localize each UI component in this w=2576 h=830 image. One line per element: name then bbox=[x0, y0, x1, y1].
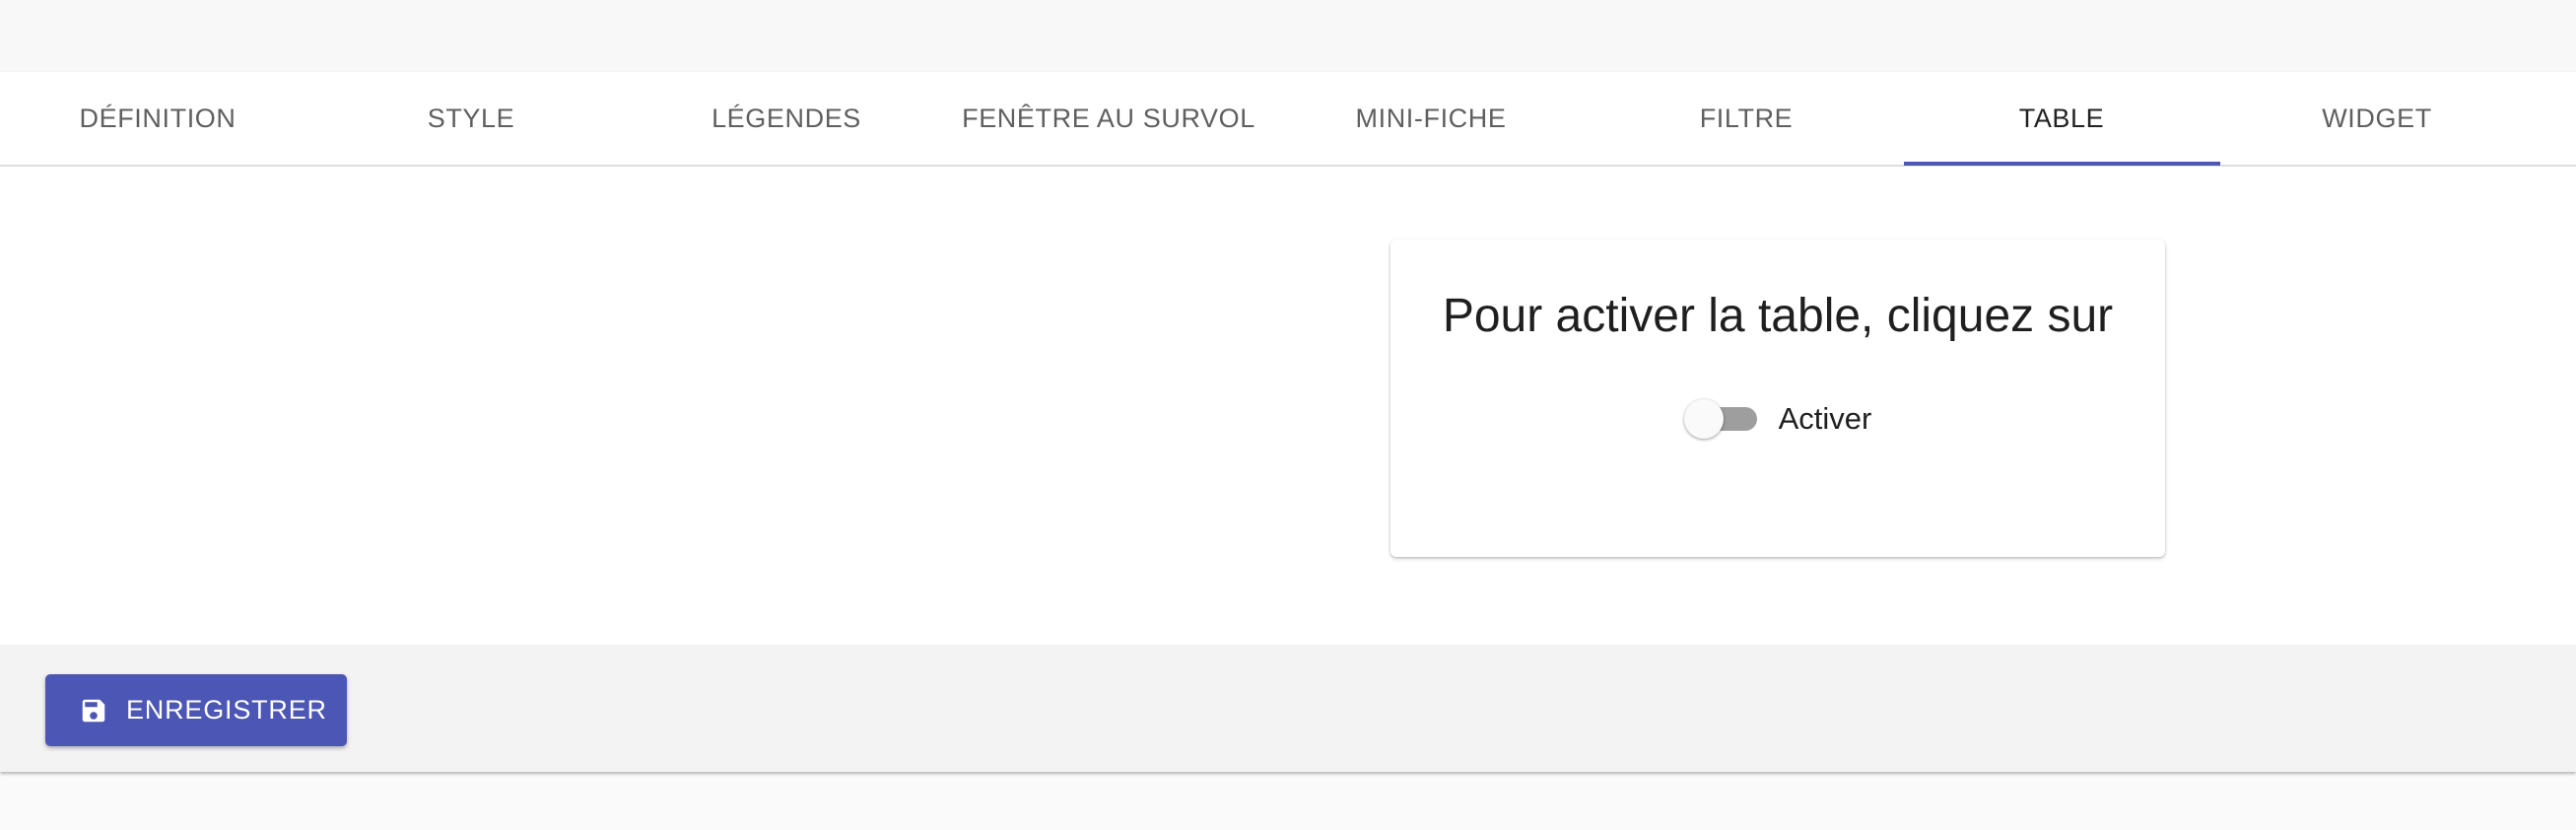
tab-content bbox=[0, 167, 2576, 645]
save-button[interactable]: ENREGISTRER bbox=[45, 674, 347, 746]
tab-table[interactable]: TABLE bbox=[1904, 72, 2219, 165]
tab-widget[interactable]: WIDGET bbox=[2219, 72, 2535, 165]
active-tab-indicator bbox=[1904, 162, 2220, 166]
toggle-label: Activer bbox=[1778, 401, 1872, 436]
tab-filtre[interactable]: FILTRE bbox=[1589, 72, 1904, 165]
tab-mini-fiche[interactable]: MINI-FICHE bbox=[1273, 72, 1589, 165]
switch-thumb[interactable] bbox=[1683, 399, 1724, 439]
tab-fenetre-au-survol[interactable]: FENÊTRE AU SURVOL bbox=[951, 72, 1266, 165]
tab-legendes[interactable]: LÉGENDES bbox=[629, 72, 944, 165]
tab-style[interactable]: STYLE bbox=[313, 72, 629, 165]
save-icon bbox=[79, 696, 108, 726]
toggle-row: Activer bbox=[1390, 397, 2165, 441]
save-button-label: ENREGISTRER bbox=[126, 695, 327, 725]
activate-table-switch[interactable] bbox=[1683, 397, 1759, 441]
tab-bar: DÉFINITION STYLE LÉGENDES FENÊTRE AU SUR… bbox=[0, 72, 2576, 167]
footer-bar: ENREGISTRER bbox=[0, 645, 2576, 772]
top-band bbox=[0, 0, 2576, 72]
layer-editor-panel: DÉFINITION STYLE LÉGENDES FENÊTRE AU SUR… bbox=[0, 72, 2576, 772]
activate-table-card: Pour activer la table, cliquez sur Activ… bbox=[1390, 240, 2165, 557]
card-title: Pour activer la table, cliquez sur bbox=[1442, 290, 2114, 342]
tab-definition[interactable]: DÉFINITION bbox=[0, 72, 315, 165]
